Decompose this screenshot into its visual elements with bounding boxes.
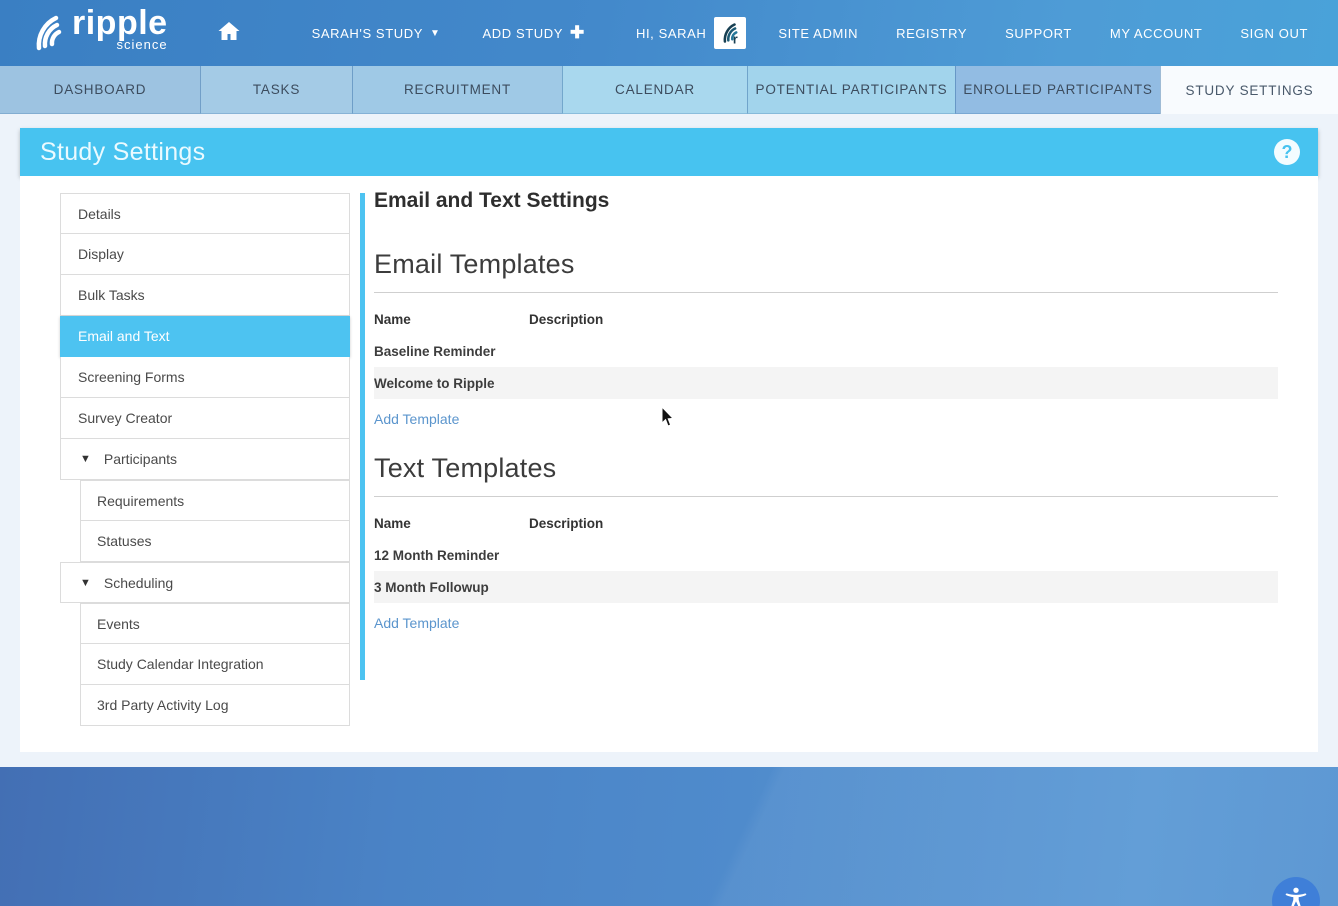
divider: [374, 292, 1278, 293]
sidebar-item-statuses[interactable]: Statuses: [80, 521, 350, 562]
settings-sidebar: Details Display Bulk Tasks Email and Tex…: [60, 193, 350, 726]
settings-card: Details Display Bulk Tasks Email and Tex…: [20, 176, 1318, 752]
sidebar-item-label: Scheduling: [104, 575, 173, 591]
chevron-down-icon: ▼: [80, 577, 91, 589]
primary-tab-bar: DASHBOARD TASKS RECRUITMENT CALENDAR POT…: [0, 66, 1338, 114]
template-name: Baseline Reminder: [374, 344, 529, 359]
sidebar-item-survey-creator[interactable]: Survey Creator: [60, 398, 350, 439]
nav-support[interactable]: SUPPORT: [1005, 26, 1072, 41]
header-right-nav: HI, SARAH r SITE ADMIN REGISTRY SUPPORT …: [636, 0, 1308, 66]
template-name: 12 Month Reminder: [374, 548, 529, 563]
template-name: Welcome to Ripple: [374, 376, 529, 391]
home-button[interactable]: [216, 19, 242, 48]
table-header-row: Name Description: [374, 303, 1278, 335]
add-text-template-link[interactable]: Add Template: [374, 615, 459, 631]
sidebar-item-label: Screening Forms: [78, 369, 185, 385]
sidebar-item-label: Study Calendar Integration: [97, 656, 264, 672]
column-header-name: Name: [374, 516, 529, 531]
sidebar-item-requirements[interactable]: Requirements: [80, 480, 350, 521]
email-text-settings-panel: Email and Text Settings Email Templates …: [374, 189, 1278, 657]
sidebar-item-details[interactable]: Details: [60, 193, 350, 234]
ripple-logo[interactable]: ripple science: [26, 6, 168, 61]
greeting-text: HI, SARAH: [636, 26, 706, 41]
table-row[interactable]: Welcome to Ripple: [374, 367, 1278, 399]
chevron-down-icon: ▼: [80, 453, 91, 465]
help-button[interactable]: ?: [1274, 139, 1300, 165]
sidebar-item-label: Events: [97, 616, 140, 632]
tab-enrolled-participants[interactable]: ENROLLED PARTICIPANTS: [955, 66, 1160, 114]
text-templates-heading: Text Templates: [374, 453, 1278, 484]
user-avatar[interactable]: r: [714, 17, 746, 49]
add-study-label: ADD STUDY: [483, 26, 564, 41]
sidebar-item-scheduling[interactable]: ▼ Scheduling: [60, 562, 350, 603]
column-header-description: Description: [529, 516, 603, 531]
add-email-template-link[interactable]: Add Template: [374, 411, 459, 427]
sidebar-item-label: Requirements: [97, 493, 184, 509]
plus-icon: ✚: [570, 23, 585, 43]
sidebar-item-bulk-tasks[interactable]: Bulk Tasks: [60, 275, 350, 316]
table-row[interactable]: 12 Month Reminder: [374, 539, 1278, 571]
tab-dashboard[interactable]: DASHBOARD: [0, 66, 200, 114]
sidebar-item-email-and-text[interactable]: Email and Text: [60, 316, 350, 357]
tab-study-settings[interactable]: STUDY SETTINGS: [1160, 66, 1338, 114]
study-dropdown-label: SARAH'S STUDY: [312, 26, 423, 41]
sidebar-item-display[interactable]: Display: [60, 234, 350, 275]
study-settings-banner: Study Settings ?: [20, 128, 1318, 176]
column-header-description: Description: [529, 312, 603, 327]
sidebar-item-study-calendar-integration[interactable]: Study Calendar Integration: [80, 644, 350, 685]
content-accent-bar: [360, 193, 365, 680]
nav-sign-out[interactable]: SIGN OUT: [1240, 26, 1308, 41]
page-title: Study Settings: [40, 138, 205, 167]
sidebar-item-events[interactable]: Events: [80, 603, 350, 644]
svg-text:r: r: [733, 33, 738, 46]
nav-my-account[interactable]: MY ACCOUNT: [1110, 26, 1202, 41]
app-header: ripple science SARAH'S STUDY ▼ ADD STUDY…: [0, 0, 1338, 66]
template-name: 3 Month Followup: [374, 580, 529, 595]
footer-sheen: [0, 767, 1338, 906]
sidebar-item-label: Statuses: [97, 533, 151, 549]
table-row[interactable]: 3 Month Followup: [374, 571, 1278, 603]
section-title: Email and Text Settings: [374, 189, 1278, 213]
sidebar-item-label: Participants: [104, 451, 177, 467]
study-dropdown[interactable]: SARAH'S STUDY ▼: [312, 26, 441, 41]
sidebar-item-3rd-party-activity-log[interactable]: 3rd Party Activity Log: [80, 685, 350, 726]
add-study-button[interactable]: ADD STUDY ✚: [483, 23, 585, 43]
table-header-row: Name Description: [374, 507, 1278, 539]
tab-recruitment[interactable]: RECRUITMENT: [352, 66, 562, 114]
column-header-name: Name: [374, 312, 529, 327]
sidebar-item-label: Email and Text: [78, 328, 170, 344]
user-menu[interactable]: HI, SARAH r: [636, 17, 746, 49]
tab-calendar[interactable]: CALENDAR: [562, 66, 747, 114]
sidebar-item-label: Details: [78, 206, 121, 222]
page-footer: [0, 767, 1338, 906]
tab-tasks[interactable]: TASKS: [200, 66, 352, 114]
home-icon: [216, 19, 242, 48]
sidebar-item-label: Survey Creator: [78, 410, 172, 426]
question-mark-icon: ?: [1282, 142, 1293, 163]
sidebar-item-label: Bulk Tasks: [78, 287, 145, 303]
sidebar-item-label: Display: [78, 246, 124, 262]
logo-brand: ripple: [72, 4, 168, 42]
divider: [374, 496, 1278, 497]
nav-registry[interactable]: REGISTRY: [896, 26, 967, 41]
chevron-down-icon: ▼: [430, 28, 441, 39]
nav-site-admin[interactable]: SITE ADMIN: [778, 26, 858, 41]
logo-text: ripple science: [72, 6, 168, 51]
sidebar-item-screening-forms[interactable]: Screening Forms: [60, 357, 350, 398]
sidebar-item-label: 3rd Party Activity Log: [97, 697, 229, 713]
table-row[interactable]: Baseline Reminder: [374, 335, 1278, 367]
sidebar-item-participants[interactable]: ▼ Participants: [60, 439, 350, 480]
ripple-waves-icon: [26, 10, 70, 61]
accessibility-icon: [1282, 885, 1310, 906]
tab-potential-participants[interactable]: POTENTIAL PARTICIPANTS: [747, 66, 955, 114]
email-templates-heading: Email Templates: [374, 249, 1278, 280]
